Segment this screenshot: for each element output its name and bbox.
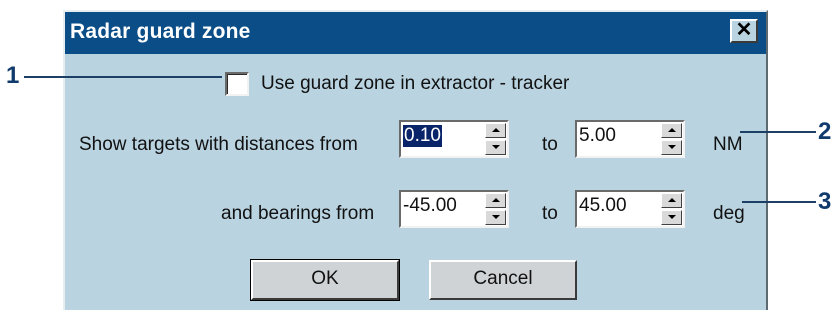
spin-down-icon[interactable] (485, 140, 506, 155)
distance-from-value: 0.10 (403, 125, 442, 147)
distances-label: Show targets with distances from (79, 134, 358, 155)
bearing-from-spin-buttons[interactable] (485, 193, 506, 225)
close-button[interactable]: ✕ (730, 19, 758, 43)
bearing-to-label: to (542, 203, 558, 224)
cancel-button[interactable]: Cancel (429, 260, 577, 300)
spin-down-icon[interactable] (661, 140, 682, 155)
distance-unit-label: NM (713, 134, 743, 155)
bearings-label: and bearings from (221, 203, 375, 224)
radar-guard-zone-dialog: Radar guard zone ✕ Use guard zone in ext… (63, 10, 768, 310)
spin-up-icon[interactable] (661, 193, 682, 208)
callout-3-line (742, 201, 816, 203)
bearing-from-spinbox[interactable]: -45.00 (399, 190, 509, 228)
bearing-to-value: 45.00 (579, 195, 627, 216)
callout-2-line (740, 131, 816, 133)
spin-up-icon[interactable] (485, 123, 506, 138)
distance-from-spin-buttons[interactable] (485, 123, 506, 155)
spin-down-icon[interactable] (485, 210, 506, 225)
bearing-to-spinbox[interactable]: 45.00 (575, 190, 685, 228)
callout-3-number: 3 (818, 188, 832, 215)
close-icon: ✕ (735, 19, 753, 41)
distance-from-spinbox[interactable]: 0.10 (399, 120, 509, 158)
bearing-from-value: -45.00 (403, 195, 457, 216)
distance-to-label: to (542, 134, 558, 155)
guard-zone-checkbox-label: Use guard zone in extractor - tracker (261, 73, 570, 94)
dialog-title: Radar guard zone (70, 20, 251, 43)
spin-down-icon[interactable] (661, 210, 682, 225)
guard-zone-checkbox[interactable] (225, 72, 249, 96)
callout-1-number: 1 (6, 62, 20, 89)
bearing-to-spin-buttons[interactable] (661, 193, 682, 225)
ok-button[interactable]: OK (250, 259, 400, 301)
distance-to-spin-buttons[interactable] (661, 123, 682, 155)
distance-to-value: 5.00 (579, 125, 616, 146)
spin-up-icon[interactable] (485, 193, 506, 208)
bearing-unit-label: deg (713, 203, 745, 224)
callout-1-line (24, 76, 222, 78)
title-bar: Radar guard zone ✕ (65, 12, 766, 54)
distance-to-spinbox[interactable]: 5.00 (575, 120, 685, 158)
spin-up-icon[interactable] (661, 123, 682, 138)
callout-2-number: 2 (818, 118, 832, 145)
